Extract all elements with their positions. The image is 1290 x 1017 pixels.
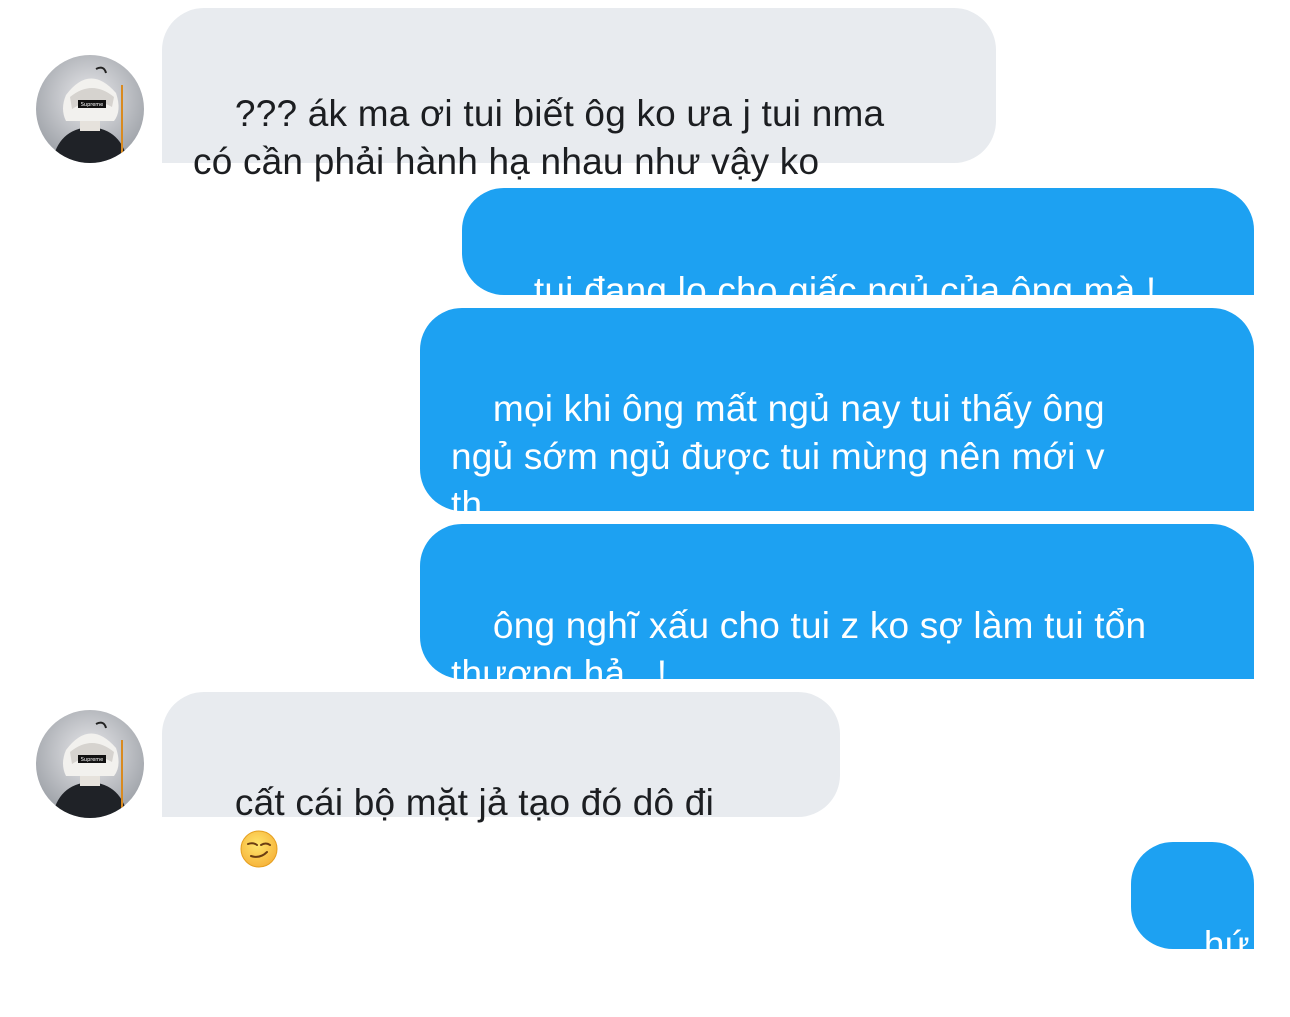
message-bubble-outgoing[interactable]: hứ	[1131, 842, 1254, 965]
message-bubble-incoming[interactable]: cất cái bộ mặt jả tạo đó dô đi	[162, 692, 840, 868]
message-text: hứ	[1203, 924, 1250, 965]
message-bubble-outgoing[interactable]: tui đang lo cho giấc ngủ của ông mà !	[462, 188, 1254, 311]
message-text: tui đang lo cho giấc ngủ của ông mà !	[533, 270, 1157, 311]
chat-thread: Supreme ??? ák ma ơi tui biết ôg ko ưa j…	[0, 0, 1290, 969]
avatar-label: Supreme	[81, 102, 104, 108]
message-text: ??? ák ma ơi tui biết ôg ko ưa j tui nma…	[193, 93, 885, 182]
smirking-face-emoji	[240, 830, 278, 868]
message-bubble-outgoing[interactable]: ông nghĩ xấu cho tui z ko sợ làm tui tổn…	[420, 524, 1254, 694]
contact-avatar[interactable]: Supreme	[36, 55, 144, 163]
contact-avatar[interactable]: Supreme	[36, 710, 144, 818]
message-bubble-outgoing[interactable]: mọi khi ông mất ngủ nay tui thấy ông ngủ…	[420, 308, 1254, 525]
message-text: ông nghĩ xấu cho tui z ko sợ làm tui tổn…	[451, 605, 1147, 694]
message-text: cất cái bộ mặt jả tạo đó dô đi	[234, 782, 714, 823]
message-bubble-incoming[interactable]: ??? ák ma ơi tui biết ôg ko ưa j tui nma…	[162, 8, 996, 182]
message-text: mọi khi ông mất ngủ nay tui thấy ông ngủ…	[451, 388, 1105, 525]
avatar-label: Supreme	[81, 757, 104, 763]
